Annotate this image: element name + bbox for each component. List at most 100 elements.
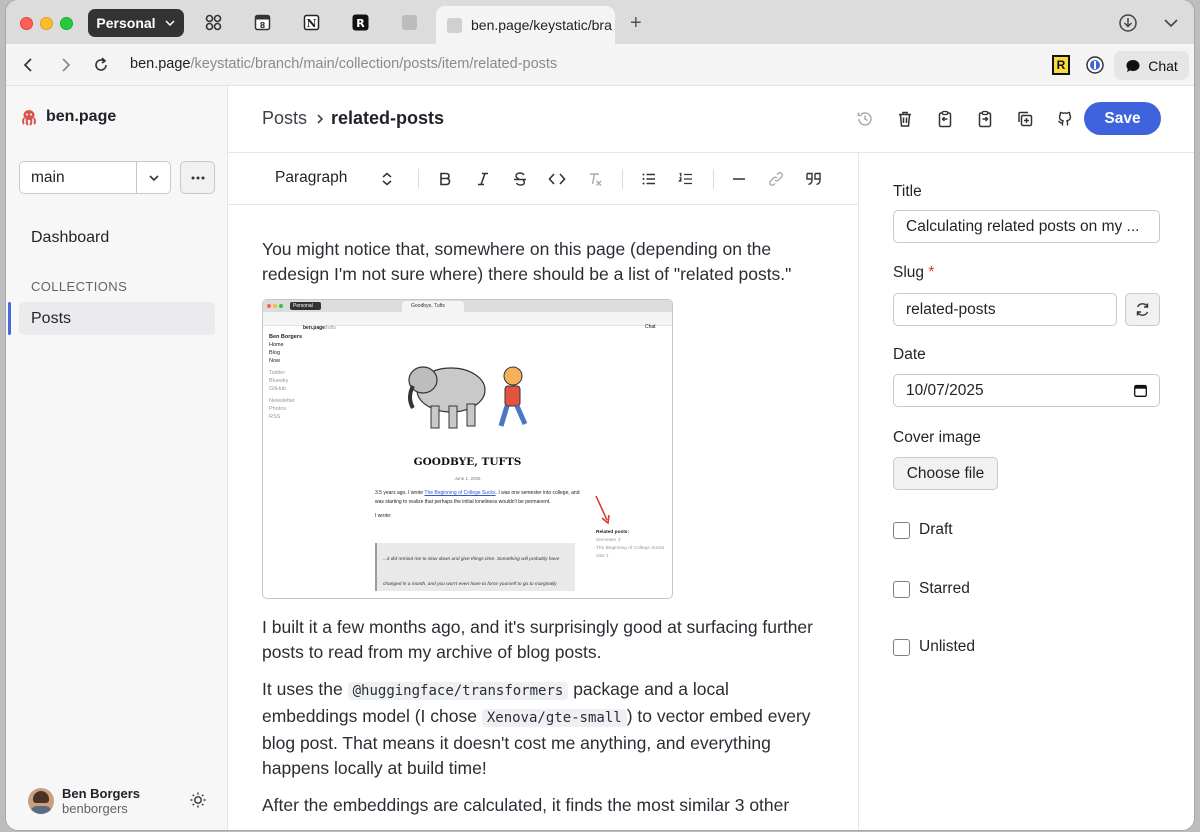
maximize-window-button[interactable] (60, 17, 73, 30)
extension-1password-icon[interactable] (1085, 55, 1105, 75)
document-content[interactable]: You might notice that, somewhere on this… (262, 237, 822, 830)
breadcrumb-chevron-right-icon (317, 114, 324, 124)
history-icon[interactable] (856, 110, 874, 128)
date-input[interactable]: 10/07/2025 (893, 374, 1160, 407)
extension-r-icon[interactable]: R (1052, 55, 1070, 75)
back-arrow-icon[interactable] (20, 56, 38, 74)
duplicate-icon[interactable] (1016, 110, 1034, 128)
screenshot-related-title: Related posts: (596, 530, 630, 535)
screenshot-url: ben.page/tufts (303, 316, 336, 341)
italic-icon[interactable] (473, 169, 493, 189)
nav-section-collections: COLLECTIONS (31, 279, 128, 294)
sidebar: ben.page main Dashboard COLLECTIONS Post… (6, 86, 228, 830)
minimize-window-button[interactable] (40, 17, 53, 30)
numbered-list-icon[interactable] (676, 169, 696, 189)
screenshot-body-text: 3.5 years ago, I wrote (375, 490, 425, 496)
divider-icon[interactable] (729, 169, 749, 189)
downloads-icon[interactable] (1118, 13, 1138, 33)
screenshot-dot (273, 304, 277, 308)
chat-button[interactable]: Chat (1114, 51, 1189, 80)
title-input[interactable]: Calculating related posts on my ... (893, 210, 1160, 243)
chevron-up-down-icon[interactable] (380, 171, 394, 187)
pinned-tab-r-icon[interactable]: R (352, 14, 369, 31)
breadcrumb-posts[interactable]: Posts (262, 108, 307, 129)
code-icon[interactable] (547, 169, 567, 189)
blockquote-icon[interactable] (804, 169, 824, 189)
forward-arrow-icon[interactable] (56, 56, 74, 74)
url-field[interactable]: ben.page/keystatic/branch/main/collectio… (130, 56, 557, 72)
branch-select[interactable]: main (19, 161, 171, 194)
theme-toggle-sun-icon[interactable] (189, 791, 207, 809)
strikethrough-icon[interactable] (510, 169, 530, 189)
screenshot-sidebar: Ben Borgers Home Blog Now Twitter Bluesk… (269, 333, 302, 421)
screenshot-link: Photos (269, 406, 287, 412)
formatting-toolbar: Paragraph (228, 153, 858, 205)
ellipsis-icon (191, 176, 204, 179)
profile-switcher[interactable]: Personal (88, 9, 184, 37)
screenshot-tab: Goodbye, Tufts (402, 301, 464, 312)
more-actions-button[interactable] (180, 161, 215, 194)
nav-posts[interactable]: Posts (19, 302, 215, 335)
clear-formatting-icon[interactable] (585, 169, 605, 189)
editor: Paragraph You might notice that, somewhe… (228, 153, 859, 830)
user-profile[interactable]: Ben Borgers benborgers (28, 786, 140, 816)
screenshot-dot (279, 304, 283, 308)
close-window-button[interactable] (20, 17, 33, 30)
draft-checkbox[interactable]: Draft (893, 521, 953, 539)
slug-input[interactable]: related-posts (893, 293, 1117, 326)
screenshot-site-title: Ben Borgers (269, 334, 303, 340)
screenshot-quote: ...it did remind me to slow down and giv… (375, 543, 575, 591)
svg-text:N: N (306, 17, 316, 30)
pinned-tab-blank-icon[interactable] (401, 14, 418, 31)
screenshot-link: RSS (269, 414, 281, 420)
checkbox-box[interactable] (893, 580, 910, 598)
user-name: Ben Borgers (62, 786, 141, 801)
checkbox-box[interactable] (893, 638, 910, 656)
nav-dashboard[interactable]: Dashboard (31, 229, 109, 247)
pinned-tab-notion-icon[interactable]: N (303, 14, 320, 31)
unlisted-checkbox[interactable]: Unlisted (893, 638, 975, 656)
brand[interactable]: ben.page (20, 108, 116, 126)
embedded-screenshot[interactable]: Personal Goodbye, Tufts ben.page/tufts C… (262, 299, 673, 599)
screenshot-link: Home (269, 342, 284, 348)
checkbox-box[interactable] (893, 521, 910, 539)
screenshot-link: GitHub (269, 386, 287, 392)
paragraph: It uses the @huggingface/transformers pa… (262, 677, 822, 781)
regenerate-slug-button[interactable] (1125, 293, 1160, 326)
text-run: It uses the (262, 679, 348, 699)
tab-active[interactable]: ben.page/keystatic/bra (436, 6, 615, 44)
github-icon[interactable] (1056, 110, 1074, 128)
copy-entry-icon[interactable] (936, 110, 954, 128)
delete-trash-icon[interactable] (896, 110, 914, 128)
choose-file-button[interactable]: Choose file (893, 457, 998, 490)
starred-checkbox[interactable]: Starred (893, 580, 970, 598)
reload-icon[interactable] (92, 56, 110, 74)
elephant-and-boy-illustration (408, 366, 528, 429)
active-indicator (8, 302, 11, 335)
item-header: Posts related-posts Save (228, 86, 1194, 153)
screenshot-dot (267, 304, 271, 308)
bullet-list-icon[interactable] (639, 169, 659, 189)
calendar-icon[interactable] (1134, 384, 1147, 397)
save-button[interactable]: Save (1084, 102, 1161, 135)
bold-icon[interactable] (435, 169, 455, 189)
screenshot-related-item: vibe 1 (596, 554, 609, 559)
address-bar: ben.page/keystatic/branch/main/collectio… (6, 44, 1194, 86)
brand-name: ben.page (46, 108, 117, 125)
branch-chevron-down-icon[interactable] (136, 162, 170, 193)
branch-name: main (31, 169, 65, 186)
new-tab-plus-icon[interactable]: + (630, 12, 642, 35)
tab-overview-chevron-icon[interactable] (1161, 13, 1181, 33)
pinned-tab-grid-icon[interactable] (205, 14, 222, 31)
toolbar-divider (418, 169, 419, 189)
pinned-tab-calendar-icon[interactable]: 8 (254, 14, 271, 31)
screenshot-url-host: ben.page (303, 325, 325, 331)
paragraph: You might notice that, somewhere on this… (262, 239, 792, 284)
chat-label: Chat (1148, 57, 1178, 74)
profile-label: Personal (96, 15, 156, 31)
block-type-select[interactable]: Paragraph (275, 169, 347, 187)
required-asterisk: * (928, 264, 935, 281)
paste-entry-icon[interactable] (976, 110, 994, 128)
link-icon[interactable] (766, 169, 786, 189)
slug-label-text: Slug (893, 264, 925, 281)
